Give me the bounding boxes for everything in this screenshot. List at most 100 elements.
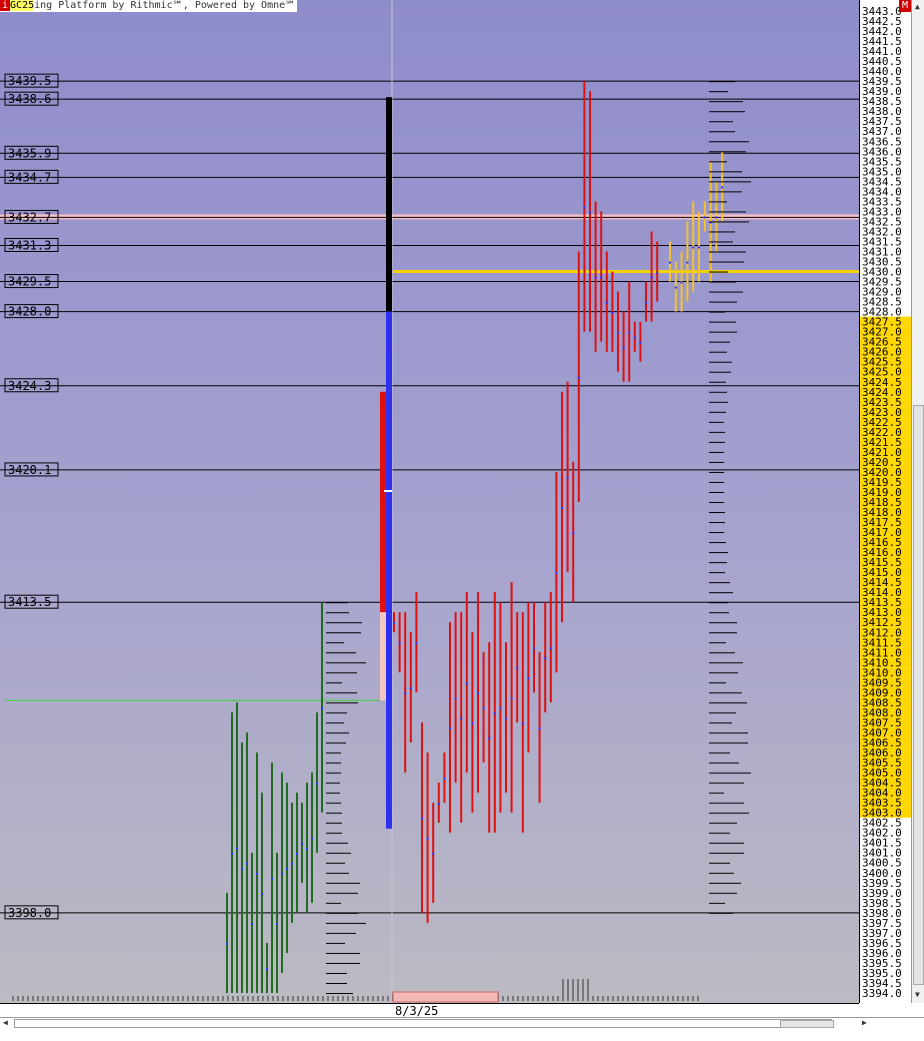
- menu-button[interactable]: M: [899, 0, 911, 12]
- volume-bar: [57, 996, 59, 1001]
- bar-mid-marker: [650, 276, 653, 279]
- volume-bar: [677, 996, 679, 1001]
- volume-bar: [257, 996, 259, 1001]
- main-profile-row: [709, 782, 744, 784]
- volume-bar: [612, 996, 614, 1001]
- scroll-left-icon[interactable]: ◀: [3, 1018, 8, 1027]
- main-profile-row: [709, 461, 724, 463]
- left-profile-row: [326, 672, 357, 674]
- level-label: 3435.9: [8, 146, 51, 160]
- bar-mid-marker: [316, 782, 318, 785]
- price-axis[interactable]: 3443.0 3442.5 3442.0 3441.5 3441.0 3440.5 3440…: [859, 0, 912, 1003]
- bar-mid-marker: [306, 847, 308, 850]
- main-profile-row: [709, 702, 747, 704]
- volume-bar: [377, 996, 379, 1001]
- main-profile-row: [709, 572, 725, 574]
- bar-mid-marker: [698, 246, 700, 249]
- left-profile-row: [326, 892, 358, 894]
- main-profile-row: [709, 201, 727, 203]
- main-profile-row: [709, 371, 731, 373]
- volume-bar: [152, 996, 154, 1001]
- volume-bar: [647, 996, 649, 1001]
- volume-bar: [267, 996, 269, 1001]
- main-profile-row: [709, 802, 744, 804]
- volume-bar: [47, 996, 49, 1001]
- main-profile-row: [709, 872, 734, 874]
- volume-bar: [147, 996, 149, 1001]
- scroll-up-icon[interactable]: ▲: [915, 2, 920, 11]
- vertical-scrollbar[interactable]: ▲ ▼: [911, 0, 924, 1003]
- left-profile-row: [326, 872, 349, 874]
- bar-mid-marker: [449, 727, 451, 730]
- volume-bar: [277, 996, 279, 1001]
- volume-bar: [77, 996, 79, 1001]
- scroll-down-icon[interactable]: ▼: [915, 990, 920, 999]
- bar-mid-marker: [605, 301, 608, 304]
- main-profile-row: [709, 351, 727, 353]
- volume-bar: [92, 996, 94, 1001]
- main-profile-row: [709, 792, 724, 794]
- bar-mid-marker: [404, 692, 407, 695]
- left-profile-row: [326, 702, 358, 704]
- left-profile-row: [326, 952, 360, 954]
- ib-red-bar: [380, 391, 386, 613]
- left-profile-row: [326, 732, 349, 734]
- main-profile-row: [709, 161, 727, 163]
- left-profile-row: [326, 993, 353, 994]
- volume-bar: [237, 996, 239, 1001]
- bar-mid-marker: [561, 507, 563, 510]
- level-label: 3428.0: [8, 305, 51, 319]
- volume-bar: [82, 996, 84, 1001]
- volume-bar: [127, 996, 129, 1001]
- symbol-label[interactable]: GC25: [10, 0, 35, 11]
- volume-bar: [617, 996, 619, 1001]
- volume-bar: [357, 996, 359, 1001]
- bar-mid-marker: [611, 311, 614, 314]
- bar-mid-marker: [421, 817, 423, 820]
- horizontal-scroll-track[interactable]: [14, 1019, 832, 1028]
- volume-bar: [622, 996, 624, 1001]
- volume-bar: [682, 996, 684, 1001]
- horizontal-scrollbar[interactable]: ◀ ▶: [0, 1017, 924, 1028]
- volume-bar: [97, 996, 99, 1001]
- bar-mid-marker: [493, 712, 496, 715]
- volume-bar: [327, 996, 329, 1001]
- main-profile-row: [709, 582, 730, 584]
- volume-bar: [697, 996, 699, 1001]
- level-label: 3439.5: [8, 74, 51, 88]
- volume-bar: [312, 996, 314, 1001]
- left-profile-row: [326, 982, 347, 984]
- bar-mid-marker: [549, 647, 552, 650]
- bar-mid-marker: [286, 867, 288, 870]
- vertical-scroll-thumb[interactable]: [913, 405, 924, 985]
- bar-mid-marker: [236, 847, 238, 850]
- volume-bar: [577, 979, 579, 1001]
- main-profile-row: [709, 101, 743, 103]
- main-profile-row: [709, 832, 730, 834]
- volume-bar: [287, 996, 289, 1001]
- volume-bar: [642, 996, 644, 1001]
- level-label: 3438.6: [8, 92, 51, 106]
- left-profile-row: [326, 822, 342, 824]
- main-profile-row: [709, 271, 728, 273]
- left-profile-row: [326, 612, 349, 614]
- info-icon[interactable]: i: [0, 0, 11, 11]
- left-profile-row: [326, 942, 345, 944]
- horizontal-scroll-thumb[interactable]: [780, 1020, 834, 1028]
- main-profile-row: [709, 902, 725, 904]
- volume-bar: [262, 996, 264, 1001]
- volume-bar: [337, 996, 339, 1001]
- left-profile-row: [326, 922, 366, 924]
- scroll-right-icon[interactable]: ▶: [862, 1018, 867, 1027]
- level-label: 3424.3: [8, 379, 51, 393]
- left-profile-row: [326, 632, 361, 634]
- left-profile-row: [326, 742, 346, 744]
- left-profile-row: [326, 752, 341, 754]
- volume-bar: [252, 996, 254, 1001]
- main-profile-row: [709, 732, 748, 734]
- main-profile-row: [709, 562, 727, 564]
- volume-bar: [242, 996, 244, 1001]
- chart-canvas[interactable]: 3439.5 3438.6 3435.9 3434.7 3432.7 3431.3 3429…: [0, 0, 859, 1003]
- volume-bar: [562, 979, 564, 1001]
- volume-bar: [162, 996, 164, 1001]
